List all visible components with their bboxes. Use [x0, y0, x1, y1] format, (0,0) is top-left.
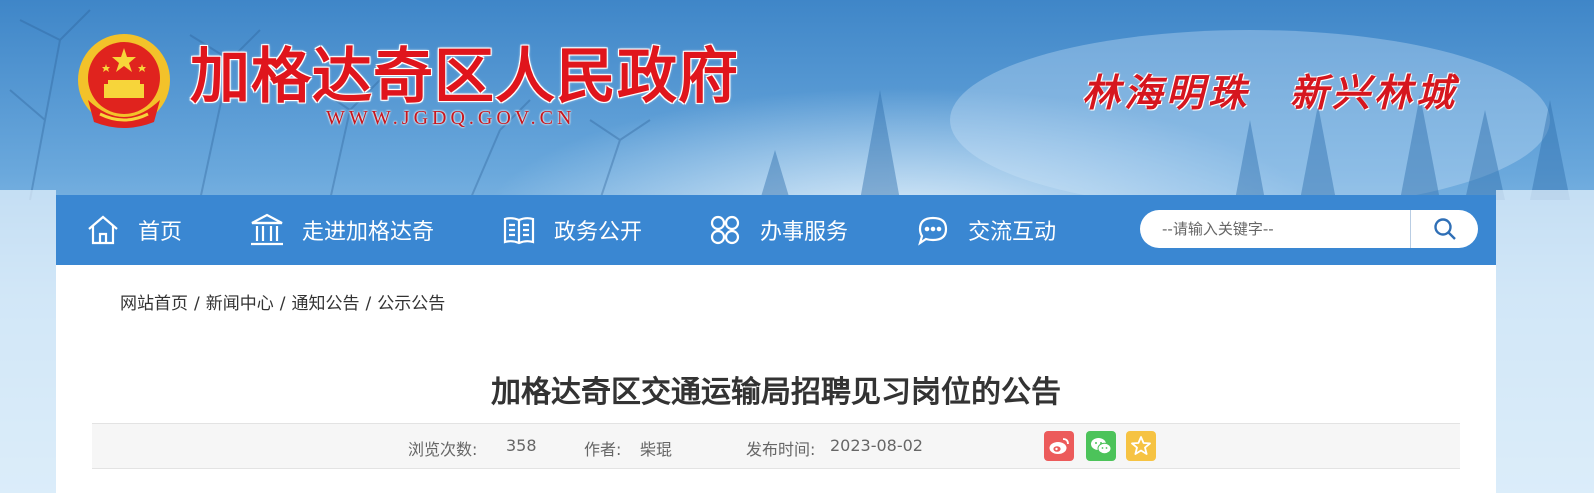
nav-label: 政务公开: [554, 220, 643, 245]
share-weibo-button[interactable]: [1044, 431, 1074, 461]
article-meta-bar: 浏览次数: 358 作者: 柴琨 发布时间: 2023-08-02: [92, 423, 1460, 469]
publish-date-label: 发布时间:: [746, 440, 816, 459]
nav-label: 首页: [138, 220, 183, 245]
nav-label: 走进加格达奇: [302, 220, 435, 245]
views-label: 浏览次数:: [408, 440, 478, 459]
site-url: WWW.JGDQ.GOV.CN: [326, 107, 576, 129]
national-emblem-icon: [78, 34, 170, 128]
breadcrumb-item-home[interactable]: 网站首页: [120, 294, 188, 314]
breadcrumb-item-notices[interactable]: 通知公告: [291, 294, 359, 314]
weibo-icon: [1049, 438, 1069, 454]
breadcrumb: 网站首页 / 新闻中心 / 通知公告 / 公示公告: [120, 289, 445, 314]
search-box: [1140, 210, 1478, 248]
favorite-icon: [1131, 436, 1151, 455]
publish-date: 2023-08-02: [830, 436, 923, 455]
grid-icon: [710, 215, 740, 245]
breadcrumb-separator: /: [365, 294, 372, 314]
views-count: 358: [506, 436, 537, 455]
breadcrumb-item-news[interactable]: 新闻中心: [206, 294, 274, 314]
book-icon: [503, 217, 535, 245]
nav-item-interaction[interactable]: 交流互动: [914, 195, 1056, 265]
site-name: 加格达奇区人民政府: [190, 42, 739, 112]
slogan-part-2: 新兴林城: [1290, 70, 1459, 115]
nav-item-home[interactable]: 首页: [84, 195, 182, 265]
search-input[interactable]: [1140, 211, 1410, 247]
search-button[interactable]: [1411, 210, 1478, 248]
slogan: 林海明珠 新兴林城: [1082, 62, 1458, 117]
building-icon: [251, 213, 284, 246]
breadcrumb-item-announcements[interactable]: 公示公告: [377, 294, 445, 314]
nav-label: 办事服务: [760, 220, 849, 245]
share-wechat-button[interactable]: [1086, 431, 1116, 461]
article-content: 网站首页 / 新闻中心 / 通知公告 / 公示公告 加格达奇区交通运输局招聘见习岗位的公告 …: [56, 265, 1496, 493]
breadcrumb-separator: /: [194, 294, 200, 314]
author-label: 作者:: [584, 440, 622, 459]
nav-item-services[interactable]: 办事服务: [706, 195, 848, 265]
breadcrumb-separator: /: [279, 294, 286, 314]
nav-item-about[interactable]: 走进加格达奇: [248, 195, 434, 265]
home-icon: [88, 215, 118, 245]
slogan-part-1: 林海明珠: [1082, 70, 1251, 115]
nav-item-gov-affairs[interactable]: 政务公开: [500, 195, 642, 265]
search-icon: [1433, 218, 1456, 240]
author-name: 柴琨: [640, 440, 673, 459]
share-favorite-button[interactable]: [1126, 431, 1156, 461]
article-title: 加格达奇区交通运输局招聘见习岗位的公告: [491, 375, 1061, 410]
nav-label: 交流互动: [968, 220, 1057, 245]
wechat-icon: [1091, 438, 1112, 455]
site-header: 加格达奇区人民政府 WWW.JGDQ.GOV.CN 林海明珠 新兴林城: [0, 0, 1594, 196]
chat-icon: [918, 216, 948, 246]
